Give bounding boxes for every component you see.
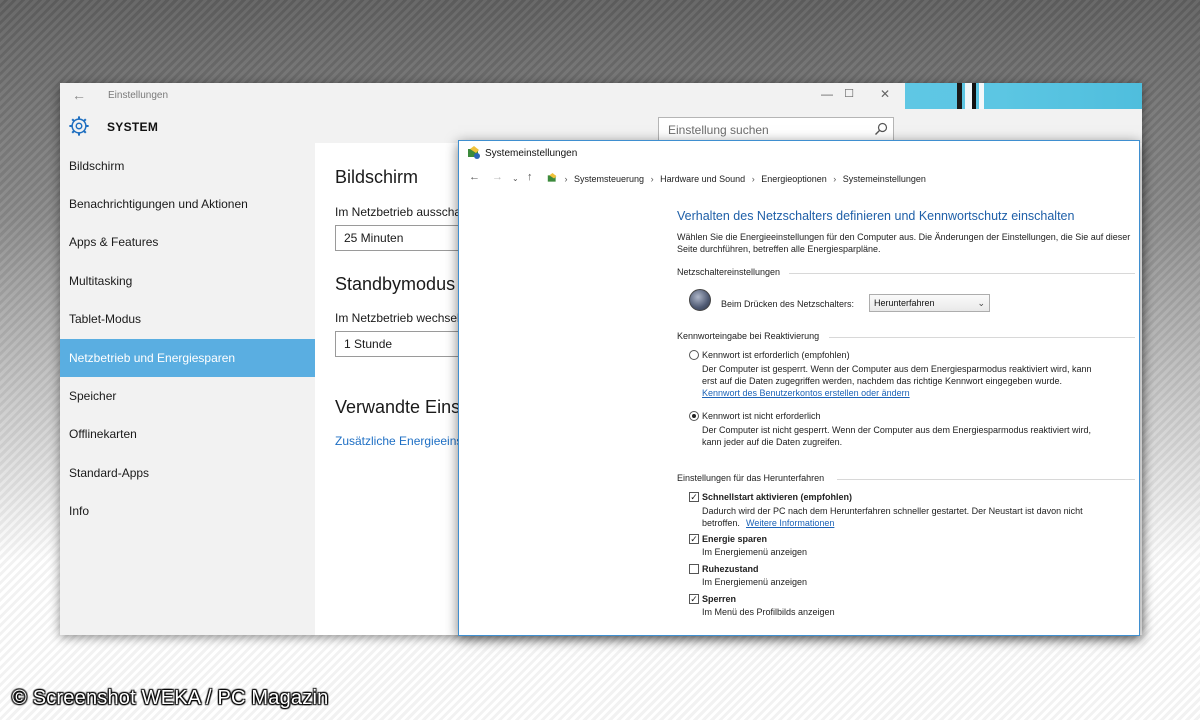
control-panel-icon — [547, 173, 557, 182]
search-placeholder: Einstellung suchen — [668, 123, 769, 137]
sidebar-item-bildschirm[interactable]: Bildschirm — [60, 147, 315, 185]
power-options-icon — [468, 146, 480, 159]
hibernate-desc: Im Energiemenü anzeigen — [702, 577, 808, 587]
standby-label: Im Netzbetrieb wechsel — [335, 311, 460, 325]
related-heading: Verwandte Eins — [335, 397, 461, 417]
password-required-desc: Der Computer ist gesperrt. Wenn der Comp… — [702, 364, 1092, 374]
sidebar-item-offlinekarten[interactable]: Offlinekarten — [60, 415, 315, 453]
sidebar-item-netzbetrieb[interactable]: Netzbetrieb und Energiesparen — [60, 339, 315, 377]
password-not-required-label[interactable]: Kennwort ist nicht erforderlich — [702, 411, 821, 421]
up-arrow-icon[interactable]: ↑ — [527, 171, 533, 183]
cp-window-title: Systemeinstellungen — [485, 148, 578, 159]
password-required-label[interactable]: Kennwort ist erforderlich (empfohlen) — [702, 350, 850, 360]
sidebar-item-apps[interactable]: Apps & Features — [60, 223, 315, 261]
power-section-title: Netzschaltereinstellungen — [677, 267, 781, 277]
gear-icon — [69, 116, 89, 136]
password-required-radio[interactable] — [689, 350, 699, 360]
address-bar: ← → ⌄ ↑ › Systemsteuerung › Hardware und… — [459, 168, 1139, 190]
power-action-dropdown[interactable]: Herunterfahren ⌄ — [869, 294, 990, 312]
sidebar-item-tablet-modus[interactable]: Tablet-Modus — [60, 300, 315, 338]
password-not-required-desc: kann jeder auf die Daten zugreifen. — [702, 437, 843, 447]
sidebar-item-standard-apps[interactable]: Standard-Apps — [60, 454, 315, 492]
shutdown-section-title: Einstellungen für das Herunterfahren — [677, 473, 825, 483]
minimize-icon[interactable]: — — [817, 87, 837, 101]
forward-arrow-icon[interactable]: → — [492, 171, 503, 183]
breadcrumb-item[interactable]: Hardware und Sound — [660, 174, 745, 184]
search-icon[interactable] — [873, 121, 889, 137]
screen-heading: Bildschirm — [335, 167, 419, 187]
maximize-icon[interactable]: ☐ — [839, 87, 859, 100]
divider — [837, 479, 1135, 480]
password-not-required-desc: Der Computer ist nicht gesperrt. Wenn de… — [702, 425, 1091, 435]
more-info-link[interactable]: Weitere Informationen — [746, 518, 834, 528]
lock-desc: Im Menü des Profilbilds anzeigen — [702, 607, 835, 617]
additional-power-settings-link[interactable]: Zusätzliche Energieeinst — [335, 434, 466, 448]
sleep-desc: Im Energiemenü anzeigen — [702, 547, 808, 557]
divider — [789, 273, 1135, 274]
chevron-down-icon: ⌄ — [977, 298, 985, 308]
fast-startup-label[interactable]: Schnellstart aktivieren (empfohlen) — [702, 492, 852, 502]
lock-checkbox[interactable]: ✓ — [689, 594, 699, 604]
password-section-title: Kennworteingabe bei Reaktivierung — [677, 331, 820, 341]
close-icon[interactable]: ✕ — [875, 87, 895, 101]
power-action-value: Herunterfahren — [874, 298, 935, 308]
fast-startup-checkbox[interactable]: ✓ — [689, 492, 699, 502]
sidebar-item-multitasking[interactable]: Multitasking — [60, 262, 315, 300]
copyright-caption: © Screenshot WEKA / PC Magazin — [12, 687, 329, 709]
breadcrumb-item[interactable]: Systemsteuerung — [574, 174, 644, 184]
breadcrumb-item[interactable]: Energieoptionen — [761, 174, 827, 184]
hibernate-checkbox[interactable] — [689, 564, 699, 574]
cp-heading: Verhalten des Netzschalters definieren u… — [677, 209, 1075, 223]
sleep-label[interactable]: Energie sparen — [702, 534, 767, 544]
section-title: SYSTEM — [107, 120, 159, 134]
password-not-required-radio[interactable] — [689, 411, 699, 421]
sidebar-item-speicher[interactable]: Speicher — [60, 377, 315, 415]
recent-chevron-icon[interactable]: ⌄ — [512, 174, 519, 183]
search-input[interactable]: Einstellung suchen — [658, 117, 894, 141]
back-arrow-icon[interactable]: ← — [72, 87, 86, 103]
sidebar: Bildschirm Benachrichtigungen und Aktion… — [60, 143, 315, 635]
standby-heading: Standbymodus — [335, 274, 456, 294]
lock-label[interactable]: Sperren — [702, 594, 736, 604]
password-required-desc: erst auf die Daten zugegriffen werden, n… — [702, 376, 1063, 386]
settings-header: SYSTEM Einstellung suchen — [60, 109, 1142, 143]
back-arrow-icon[interactable]: ← — [469, 171, 480, 183]
cp-subtext: Wählen Sie die Energieeinstellungen für … — [677, 232, 1131, 254]
divider — [829, 337, 1135, 338]
hibernate-label[interactable]: Ruhezustand — [702, 564, 759, 574]
control-panel-window: Systemeinstellungen ← → ⌄ ↑ › Systemsteu… — [458, 140, 1140, 636]
breadcrumb: › Systemsteuerung › Hardware und Sound ›… — [547, 173, 926, 184]
sleep-checkbox[interactable]: ✓ — [689, 534, 699, 544]
power-button-label: Beim Drücken des Netzschalters: — [721, 299, 855, 309]
settings-window-title: Einstellungen — [108, 90, 169, 101]
power-button-icon — [689, 289, 711, 311]
password-account-link[interactable]: Kennwort des Benutzerkontos erstellen od… — [702, 388, 910, 398]
sidebar-item-benachrichtigungen[interactable]: Benachrichtigungen und Aktionen — [60, 185, 315, 223]
sidebar-item-info[interactable]: Info — [60, 492, 315, 530]
screen-label: Im Netzbetrieb ausscha — [335, 205, 462, 219]
fast-startup-desc: betroffen. — [702, 518, 740, 528]
breadcrumb-item[interactable]: Systemeinstellungen — [843, 174, 926, 184]
fast-startup-desc: Dadurch wird der PC nach dem Herunterfah… — [702, 506, 1083, 516]
